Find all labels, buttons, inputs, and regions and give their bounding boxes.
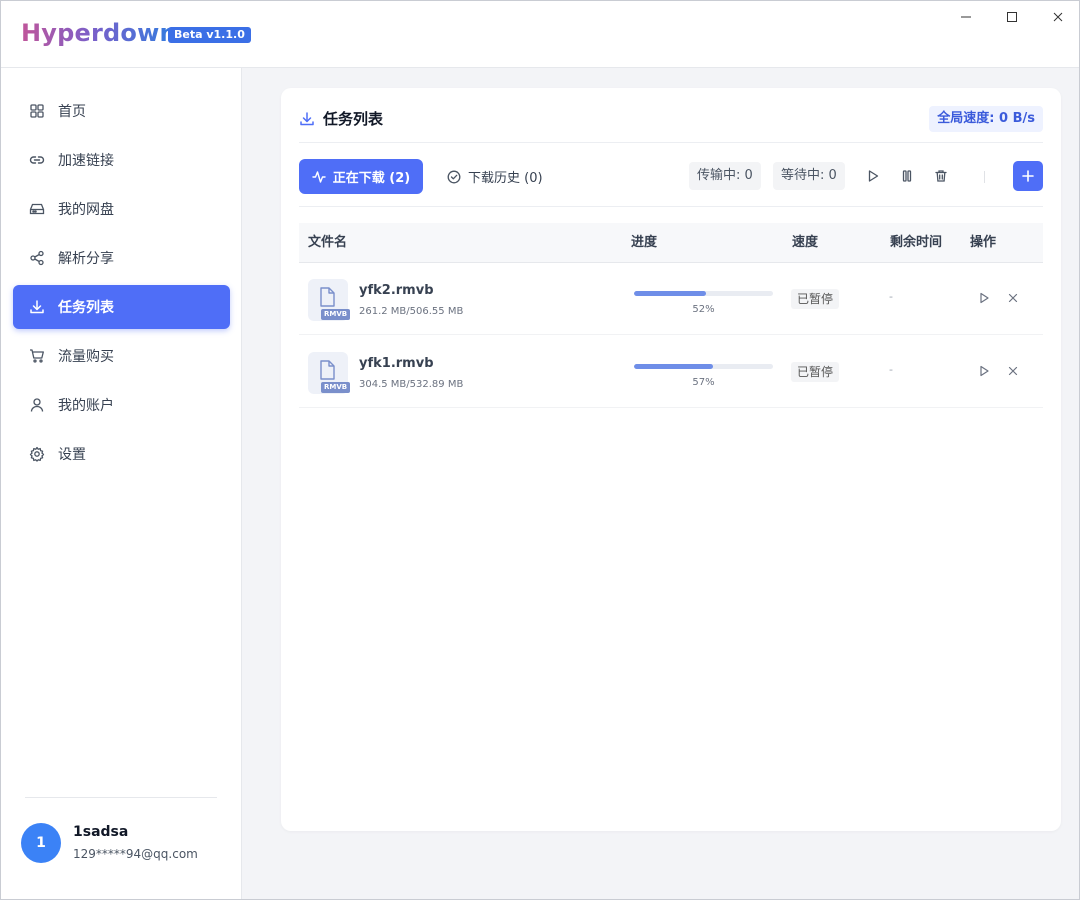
play-icon (980, 365, 989, 377)
sidebar-item-label: 解析分享 (58, 251, 114, 267)
divider (299, 142, 1043, 143)
pause-all-button[interactable] (896, 165, 918, 187)
sidebar-item-label: 首页 (58, 104, 86, 120)
sidebar-item-label: 流量购买 (58, 349, 114, 365)
close-icon (1008, 293, 1018, 303)
sidebar: 首页 加速链接 我的网盘 解析分享 任务列表 流量购买 我的账户 设置 1 1s… (1, 68, 242, 899)
tab-label: 下载历史 (0) (468, 171, 543, 186)
sidebar-item-label: 我的网盘 (58, 202, 114, 218)
grid-icon (29, 103, 45, 119)
remaining-time: - (889, 363, 893, 376)
file-size: 261.2 MB/506.55 MB (359, 306, 464, 317)
column-header: 剩余时间 (890, 235, 943, 250)
status-badge: 已暂停 (791, 362, 840, 382)
file-type-badge: RMVB (321, 382, 351, 393)
column-header: 速度 (792, 235, 819, 250)
sidebar-item-label: 任务列表 (58, 300, 114, 316)
progress-text: 57% (692, 377, 715, 388)
trash-icon (935, 170, 947, 182)
drive-icon (29, 201, 45, 217)
add-task-button[interactable] (1013, 161, 1043, 191)
maximize-button[interactable] (989, 7, 1035, 27)
progress-text: 52% (692, 304, 715, 315)
divider (299, 206, 1043, 207)
remove-button[interactable] (1004, 289, 1022, 307)
sidebar-item-my-account[interactable]: 我的账户 (13, 383, 230, 427)
sidebar-item-settings[interactable]: 设置 (13, 432, 230, 476)
waiting-count: 等待中: 0 (773, 162, 845, 190)
play-icon (980, 292, 989, 304)
minimize-icon (961, 16, 971, 18)
version-badge: Beta v1.1.0 (168, 27, 251, 43)
resume-button[interactable] (975, 289, 993, 307)
sidebar-item-label: 加速链接 (58, 153, 114, 169)
status-badge: 已暂停 (791, 289, 840, 309)
app-window: Hyperdown Beta v1.1.0 首页 加速链接 我的网盘 解析分享 … (0, 0, 1080, 900)
sidebar-item-buy-traffic[interactable]: 流量购买 (13, 334, 230, 378)
file-icon: RMVB (308, 352, 351, 394)
table-row[interactable]: RMVB yfk2.rmvb 261.2 MB/506.55 MB 52% 已暂… (299, 263, 1043, 335)
avatar[interactable]: 1 (21, 823, 61, 863)
sidebar-item-home[interactable]: 首页 (13, 89, 230, 133)
maximize-icon (1007, 12, 1017, 22)
cart-icon (29, 348, 45, 364)
divider (984, 171, 985, 183)
file-type-badge: RMVB (321, 309, 351, 320)
progress-fill (634, 291, 707, 296)
minimize-button[interactable] (943, 7, 989, 27)
file-name: yfk1.rmvb (359, 356, 434, 371)
close-icon (1008, 366, 1018, 376)
download-icon (299, 111, 315, 127)
tab-downloading[interactable]: 正在下载 (2) (299, 159, 423, 194)
sidebar-item-label: 我的账户 (58, 398, 114, 414)
file-size: 304.5 MB/532.89 MB (359, 379, 464, 390)
user-email: 129*****94@qq.com (73, 847, 198, 861)
progress-fill (634, 364, 714, 369)
close-icon (1053, 12, 1063, 22)
file-icon: RMVB (308, 279, 351, 321)
sidebar-item-my-drive[interactable]: 我的网盘 (13, 187, 230, 231)
progress-bar (634, 364, 773, 369)
divider (25, 797, 217, 798)
tab-history[interactable]: 下载历史 (0) (447, 159, 543, 194)
remove-button[interactable] (1004, 362, 1022, 380)
activity-icon (312, 170, 326, 184)
check-circle-icon (447, 170, 461, 184)
start-all-button[interactable] (862, 165, 884, 187)
file-name: yfk2.rmvb (359, 283, 434, 298)
download-icon (29, 299, 45, 315)
sidebar-item-parse-share[interactable]: 解析分享 (13, 236, 230, 280)
transferring-count: 传输中: 0 (689, 162, 761, 190)
page-title: 任务列表 (299, 108, 383, 129)
close-window-button[interactable] (1035, 7, 1079, 27)
pause-icon (902, 170, 912, 182)
user-icon (29, 397, 45, 413)
resume-button[interactable] (975, 362, 993, 380)
progress-bar (634, 291, 773, 296)
column-header: 进度 (631, 235, 658, 250)
global-speed-badge: 全局速度: 0 B/s (929, 106, 1043, 132)
plus-icon (1022, 170, 1034, 182)
tab-label: 正在下载 (2) (332, 171, 411, 186)
delete-all-button[interactable] (930, 165, 952, 187)
page-title-text: 任务列表 (323, 110, 384, 128)
column-header: 操作 (970, 235, 997, 250)
sidebar-item-label: 设置 (58, 447, 86, 463)
play-icon (868, 170, 879, 182)
gear-icon (29, 446, 45, 462)
link-icon (29, 152, 45, 168)
sidebar-item-task-list[interactable]: 任务列表 (13, 285, 230, 329)
table-row[interactable]: RMVB yfk1.rmvb 304.5 MB/532.89 MB 57% 已暂… (299, 336, 1043, 408)
sidebar-item-accelerate-link[interactable]: 加速链接 (13, 138, 230, 182)
user-name: 1sadsa (73, 824, 129, 840)
share-icon (29, 250, 45, 266)
column-header: 文件名 (308, 235, 348, 250)
task-list-panel: 任务列表 全局速度: 0 B/s 正在下载 (2) 下载历史 (0) 传输中: … (281, 88, 1061, 831)
title-bar: Hyperdown Beta v1.1.0 (1, 1, 1079, 68)
table-header: 文件名 进度 速度 剩余时间 操作 (299, 223, 1043, 263)
remaining-time: - (889, 290, 893, 303)
app-logo: Hyperdown (21, 19, 177, 47)
